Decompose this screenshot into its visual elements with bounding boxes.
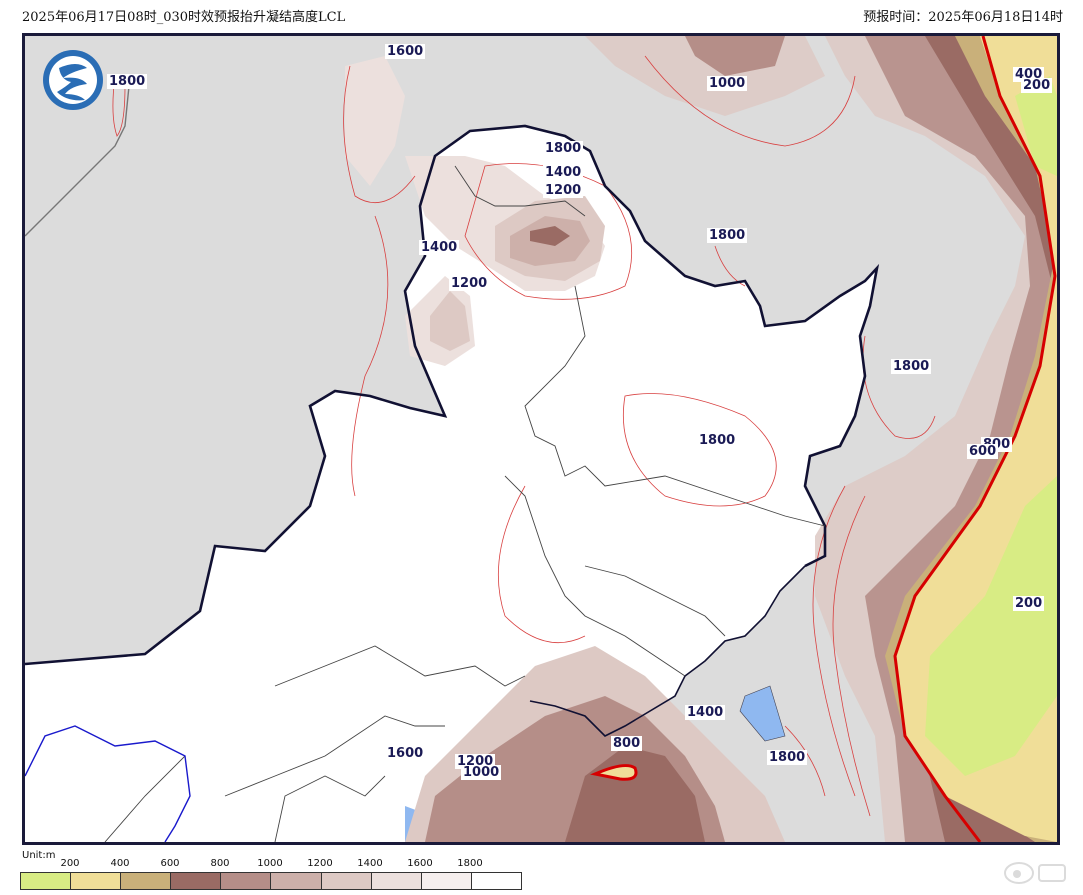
map-frame: 1600 1800 1000 1800 1400 1200 1400 1200 …: [22, 33, 1060, 845]
legend-swatch: [121, 873, 172, 889]
contour-label: 800: [611, 736, 643, 751]
legend-swatch: [471, 873, 521, 889]
weather-agency-logo-icon: [41, 48, 105, 112]
contour-label: 600: [967, 444, 999, 459]
legend-swatch: [171, 873, 222, 889]
legend-swatch: [321, 873, 372, 889]
legend-tick: 1200: [307, 858, 333, 869]
legend-tick: 200: [60, 858, 80, 869]
forecast-time: 预报时间：2025年06月18日14时: [863, 10, 1063, 25]
contour-label: 1400: [543, 165, 584, 180]
contour-label: 1200: [449, 276, 490, 291]
legend-tick: 400: [110, 858, 130, 869]
contour-label: 200: [1013, 596, 1045, 611]
legend-swatch: [21, 873, 72, 889]
map-title: 2025年06月17日08时_030时效预报抬升凝结高度LCL: [22, 10, 346, 25]
contour-label: 200: [1021, 78, 1053, 93]
contour-label: 1000: [461, 765, 502, 780]
contour-label: 1400: [685, 705, 726, 720]
contour-label: 1200: [543, 183, 584, 198]
legend-ticks: 200 400 600 800 1000 1200 1400 1600 1800: [20, 858, 520, 870]
legend-swatch: [371, 873, 422, 889]
contour-label: 1600: [385, 746, 426, 761]
legend-tick: 600: [160, 858, 180, 869]
contour-label: 1000: [707, 76, 748, 91]
legend-tick: 1600: [407, 858, 433, 869]
legend-tick: 800: [210, 858, 230, 869]
contour-label: 1400: [419, 240, 460, 255]
contour-label: 1800: [767, 750, 808, 765]
legend-swatch: [71, 873, 122, 889]
header-bar: 2025年06月17日08时_030时效预报抬升凝结高度LCL 预报时间：202…: [0, 0, 1083, 30]
legend-swatch: [221, 873, 272, 889]
contour-label: 1800: [891, 359, 932, 374]
legend-swatch: [271, 873, 322, 889]
contour-label: 1800: [107, 74, 148, 89]
color-legend: [20, 872, 522, 890]
contour-label: 1800: [543, 141, 584, 156]
contour-label: 1800: [707, 228, 748, 243]
legend-tick: 1800: [457, 858, 483, 869]
legend-tick: 1000: [257, 858, 283, 869]
sea-region: [739, 685, 786, 742]
legend-tick: 1400: [357, 858, 383, 869]
contour-label: 1800: [697, 433, 738, 448]
map-canvas: [25, 36, 1057, 842]
legend-swatch: [421, 873, 472, 889]
weibo-watermark-icon: [1001, 857, 1071, 887]
contour-label: 1600: [385, 44, 426, 59]
